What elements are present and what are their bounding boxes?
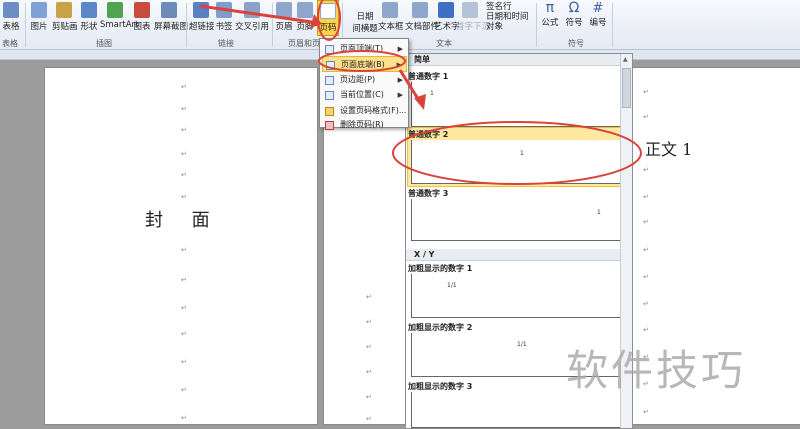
watermark-text: 软件技巧 (566, 346, 747, 395)
annotation-arrow-line (199, 4, 313, 24)
annotation-circle-page-number (317, 0, 341, 41)
annotation-circle-plain-number-2 (392, 121, 642, 185)
annotation-circle-page-bottom (318, 50, 406, 72)
